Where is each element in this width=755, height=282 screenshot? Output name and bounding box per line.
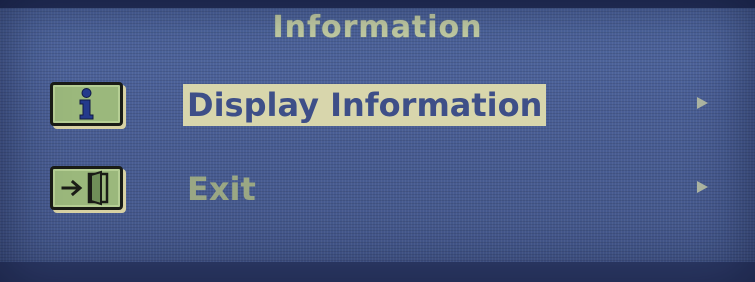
info-icon [50, 82, 123, 126]
osd-title: Information [272, 10, 483, 45]
osd-frame-bottom [0, 262, 755, 282]
menu-item-label: Exit [187, 170, 256, 208]
osd-screen: Information Display Information Exit [0, 0, 755, 282]
exit-door-icon [50, 166, 123, 210]
menu-item-exit[interactable]: Exit [0, 158, 755, 218]
right-triangle-icon [697, 181, 708, 193]
menu-item-label: Display Information [183, 84, 547, 126]
osd-frame-top [0, 0, 755, 8]
menu-item-display-information[interactable]: Display Information [0, 74, 755, 134]
right-triangle-icon [697, 97, 708, 109]
